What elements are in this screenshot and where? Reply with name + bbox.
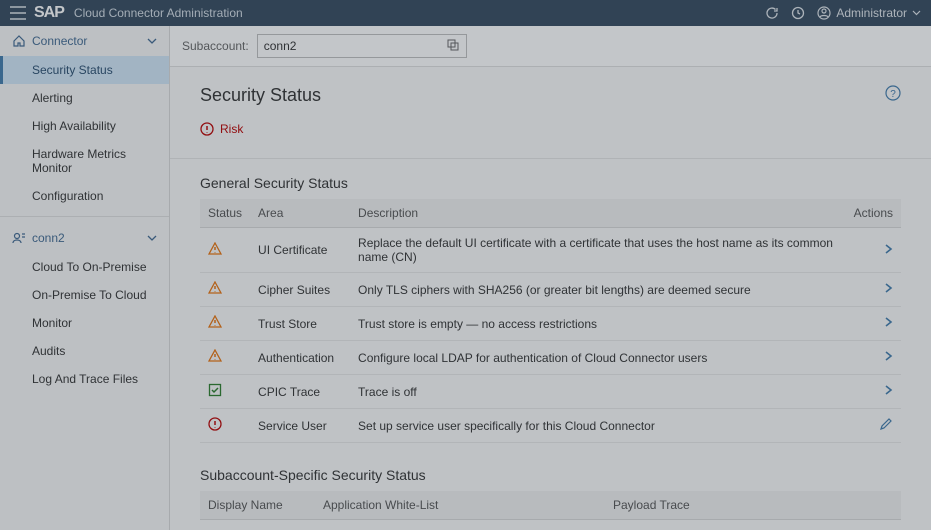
whitelist-cell: White-list is empty — all applications w… (315, 520, 605, 530)
description-cell: Only TLS ciphers with SHA256 (or greater… (350, 273, 846, 307)
sidebar-group-label: Connector (32, 34, 147, 48)
content: Subaccount: conn2 Security Status ? Risk… (170, 26, 931, 530)
sap-logo: SAP (34, 4, 64, 22)
subaccount-label: Subaccount: (182, 39, 249, 53)
navigate-icon[interactable] (883, 284, 893, 298)
table-row: conn2White-list is empty — all applicati… (200, 520, 901, 530)
edit-icon[interactable] (879, 420, 893, 434)
user-label: Administrator (836, 6, 907, 20)
sidebar-item[interactable]: High Availability (0, 112, 169, 140)
topbar-actions: Administrator (765, 6, 921, 20)
area-cell: Service User (250, 409, 350, 443)
table-row: UI CertificateReplace the default UI cer… (200, 228, 901, 273)
chevron-down-icon (147, 235, 157, 241)
subaccount-bar: Subaccount: conn2 (170, 26, 931, 67)
sidebar-item[interactable]: Alerting (0, 84, 169, 112)
history-icon[interactable] (791, 6, 805, 20)
sidebar-group-label: conn2 (32, 231, 147, 245)
subaccount-security-table: Display Name Application White-List Payl… (200, 491, 901, 530)
display-name-cell: conn2 (200, 520, 315, 530)
status-cell (200, 228, 250, 273)
alert-icon (200, 122, 214, 136)
user-menu[interactable]: Administrator (817, 6, 921, 20)
open-dialog-icon (446, 38, 460, 55)
action-cell (846, 375, 901, 409)
section-title: Subaccount-Specific Security Status (200, 467, 901, 483)
section-title: General Security Status (200, 175, 901, 191)
subaccount-value: conn2 (264, 39, 297, 53)
description-cell: Trace is off (350, 375, 846, 409)
table-row: Cipher SuitesOnly TLS ciphers with SHA25… (200, 273, 901, 307)
area-cell: Trust Store (250, 307, 350, 341)
chevron-down-icon (912, 10, 921, 16)
sidebar-group-connector[interactable]: Connector (0, 26, 169, 56)
description-cell: Set up service user specifically for thi… (350, 409, 846, 443)
col-header-payload: Payload Trace (605, 491, 901, 520)
top-bar: SAP Cloud Connector Administration Admin… (0, 0, 931, 26)
action-cell (846, 307, 901, 341)
sidebar-item[interactable]: Audits (0, 337, 169, 365)
general-security-section: General Security Status Status Area Desc… (170, 159, 931, 451)
area-cell: Authentication (250, 341, 350, 375)
col-header-display-name: Display Name (200, 491, 315, 520)
help-icon[interactable]: ? (885, 85, 901, 106)
status-cell (200, 307, 250, 341)
sidebar-item[interactable]: Monitor (0, 309, 169, 337)
action-cell (846, 273, 901, 307)
subaccount-select[interactable]: conn2 (257, 34, 467, 58)
description-cell: Trust store is empty — no access restric… (350, 307, 846, 341)
description-cell: Configure local LDAP for authentication … (350, 341, 846, 375)
risk-indicator: Risk (170, 118, 931, 159)
table-row: CPIC TraceTrace is off (200, 375, 901, 409)
sidebar-item[interactable]: On-Premise To Cloud (0, 281, 169, 309)
table-row: AuthenticationConfigure local LDAP for a… (200, 341, 901, 375)
page-title: Security Status (200, 85, 885, 106)
navigate-icon[interactable] (883, 245, 893, 259)
table-row: Service UserSet up service user specific… (200, 409, 901, 443)
status-cell (200, 409, 250, 443)
area-cell: Cipher Suites (250, 273, 350, 307)
action-cell (846, 341, 901, 375)
payload-cell: Trace is off (605, 520, 901, 530)
app-title: Cloud Connector Administration (74, 6, 765, 20)
status-cell (200, 375, 250, 409)
area-cell: CPIC Trace (250, 375, 350, 409)
status-cell (200, 341, 250, 375)
sidebar-item[interactable]: Security Status (0, 56, 169, 84)
sidebar: Connector Security StatusAlertingHigh Av… (0, 26, 170, 530)
action-cell (846, 228, 901, 273)
status-cell (200, 273, 250, 307)
sidebar-group-subaccount[interactable]: conn2 (0, 223, 169, 253)
general-security-table: Status Area Description Actions UI Certi… (200, 199, 901, 443)
description-cell: Replace the default UI certificate with … (350, 228, 846, 273)
sidebar-item[interactable]: Log And Trace Files (0, 365, 169, 393)
table-row: Trust StoreTrust store is empty — no acc… (200, 307, 901, 341)
col-header-whitelist: Application White-List (315, 491, 605, 520)
refresh-icon[interactable] (765, 6, 779, 20)
col-header-area: Area (250, 199, 350, 228)
sidebar-item[interactable]: Hardware Metrics Monitor (0, 140, 169, 182)
svg-text:?: ? (890, 89, 896, 100)
chevron-down-icon (147, 38, 157, 44)
menu-icon[interactable] (10, 6, 26, 20)
col-header-actions: Actions (846, 199, 901, 228)
risk-label: Risk (220, 122, 243, 136)
sidebar-item[interactable]: Configuration (0, 182, 169, 210)
sidebar-separator (0, 216, 169, 217)
navigate-icon[interactable] (883, 386, 893, 400)
col-header-description: Description (350, 199, 846, 228)
page-header: Security Status ? (170, 67, 931, 118)
action-cell (846, 409, 901, 443)
navigate-icon[interactable] (883, 352, 893, 366)
subaccount-security-section: Subaccount-Specific Security Status Disp… (170, 451, 931, 530)
sidebar-item[interactable]: Cloud To On-Premise (0, 253, 169, 281)
area-cell: UI Certificate (250, 228, 350, 273)
navigate-icon[interactable] (883, 318, 893, 332)
col-header-status: Status (200, 199, 250, 228)
